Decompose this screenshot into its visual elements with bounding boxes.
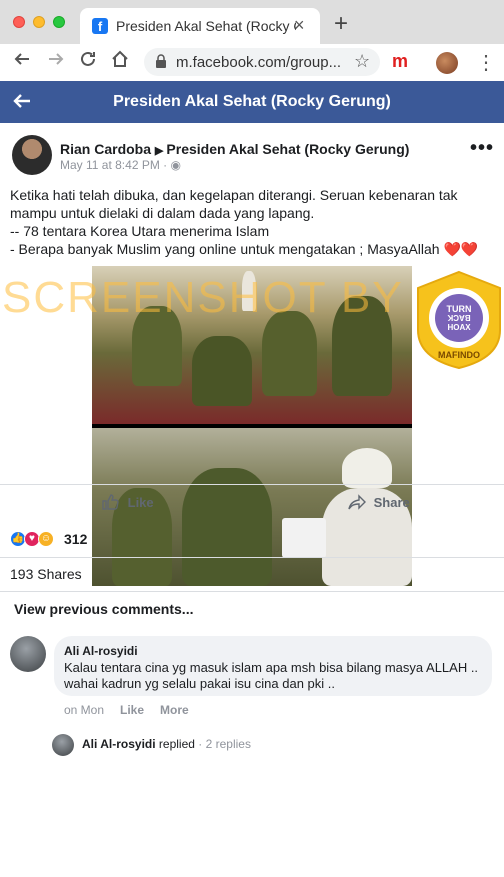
photo-figure (342, 448, 392, 488)
author-name[interactable]: Rian Cardoba (60, 141, 151, 157)
post-options-icon[interactable]: ••• (470, 137, 494, 160)
share-label: Share (373, 495, 410, 510)
care-reaction-icon: ☺ (38, 531, 54, 547)
minimize-window-button[interactable] (33, 16, 45, 28)
photo-figure (192, 336, 252, 406)
reply-summary[interactable]: Ali Al-rosyidi replied · 2 replies (52, 734, 504, 756)
like-button[interactable]: Like (102, 494, 154, 510)
photo-figure (262, 311, 317, 396)
forward-arrow-icon[interactable] (44, 50, 68, 74)
comment-author[interactable]: Ali Al-rosyidi (64, 644, 138, 658)
commenter-avatar[interactable] (10, 636, 46, 672)
comment-more-link[interactable]: More (160, 703, 189, 717)
new-tab-button[interactable]: + (334, 12, 348, 36)
thumbs-up-icon (102, 494, 119, 510)
post-text-line: -- 78 tentara Korea Utara menerima Islam (10, 223, 270, 239)
bookmark-star-icon[interactable]: ☆ (354, 51, 370, 72)
reply-author: Ali Al-rosyidi (82, 737, 156, 751)
divider (0, 591, 504, 592)
lock-icon (156, 54, 166, 68)
group-name[interactable]: Presiden Akal Sehat (Rocky Gerung) (166, 141, 409, 157)
post-text: Ketika hati telah dibuka, dan kegelapan … (10, 186, 496, 258)
post-timestamp[interactable]: May 11 at 8:42 PM (60, 158, 160, 172)
browser-chrome: f Presiden Akal Sehat (Rocky Ge × + m.fa… (0, 0, 504, 80)
post-text-line: mampu untuk dielaki di dalam dada yang l… (10, 205, 315, 221)
reply-action: replied (158, 737, 195, 751)
reply-avatar (52, 734, 74, 756)
page-title: Presiden Akal Sehat (Rocky Gerung) (113, 93, 391, 110)
facebook-favicon-icon: f (92, 18, 108, 34)
profile-avatar[interactable] (436, 52, 458, 74)
badge-turn-text: TURN (447, 304, 472, 314)
comment-like-link[interactable]: Like (120, 703, 144, 717)
comment-time[interactable]: on Mon (64, 703, 104, 717)
post-text-line: Ketika hati telah dibuka, dan kegelapan … (10, 187, 458, 203)
badge-mafindo-text: MAFINDO (438, 350, 480, 360)
home-icon[interactable] (108, 50, 132, 74)
photo-figure (282, 518, 326, 558)
post-text-line-content: - Berapa banyak Muslim yang online untuk… (10, 241, 440, 257)
view-previous-comments-link[interactable]: View previous comments... (14, 601, 193, 617)
comment-text: Kalau tentara cina yg masuk islam apa ms… (64, 660, 479, 691)
tab-close-icon[interactable]: × (294, 15, 305, 36)
caret-right-icon: ▶ (154, 145, 167, 157)
comment-bubble: Ali Al-rosyidi Kalau tentara cina yg mas… (54, 636, 492, 696)
post-meta: May 11 at 8:42 PM · ◉ (60, 158, 181, 172)
globe-icon: · ◉ (163, 158, 181, 172)
back-arrow-icon[interactable] (10, 50, 34, 74)
address-bar[interactable]: m.facebook.com/group... ☆ (144, 48, 380, 76)
like-label: Like (127, 495, 154, 510)
browser-tab[interactable]: f Presiden Akal Sehat (Rocky Ge × (80, 8, 320, 44)
post-action-bar: Like Share (0, 484, 504, 520)
close-window-button[interactable] (13, 16, 25, 28)
reply-count: · 2 replies (198, 737, 251, 751)
share-button[interactable]: Share (348, 494, 410, 510)
browser-menu-icon[interactable]: ⋮ (476, 50, 496, 75)
mafindo-badge-logo: TURN BACK HOAX MAFINDO (417, 270, 501, 370)
reply-summary-text: Ali Al-rosyidi replied · 2 replies (82, 737, 251, 751)
badge-back-text: BACK (447, 313, 470, 322)
browser-toolbar: m.facebook.com/group... ☆ m ⋮ (0, 44, 504, 80)
post-text-line: - Berapa banyak Muslim yang online untuk… (10, 240, 496, 258)
share-count[interactable]: 193 Shares (10, 566, 82, 582)
reaction-count[interactable]: 312 (64, 531, 87, 547)
maximize-window-button[interactable] (53, 16, 65, 28)
heart-emoji-icon: ❤️❤️ (443, 241, 479, 257)
url-text: m.facebook.com/group... (176, 54, 342, 71)
group-header: Presiden Akal Sehat (Rocky Gerung) (0, 81, 504, 123)
reload-icon[interactable] (76, 50, 100, 74)
divider (0, 557, 504, 558)
post-author-line: Rian Cardoba ▶ Presiden Akal Sehat (Rock… (60, 141, 409, 157)
badge-hoax-text: HOAX (447, 323, 471, 332)
share-arrow-icon (348, 494, 366, 510)
extension-m-icon[interactable]: m (392, 51, 408, 72)
tab-bar: f Presiden Akal Sehat (Rocky Ge × + (0, 0, 504, 44)
author-avatar[interactable] (12, 135, 52, 175)
tab-title: Presiden Akal Sehat (Rocky Ge (116, 18, 296, 34)
